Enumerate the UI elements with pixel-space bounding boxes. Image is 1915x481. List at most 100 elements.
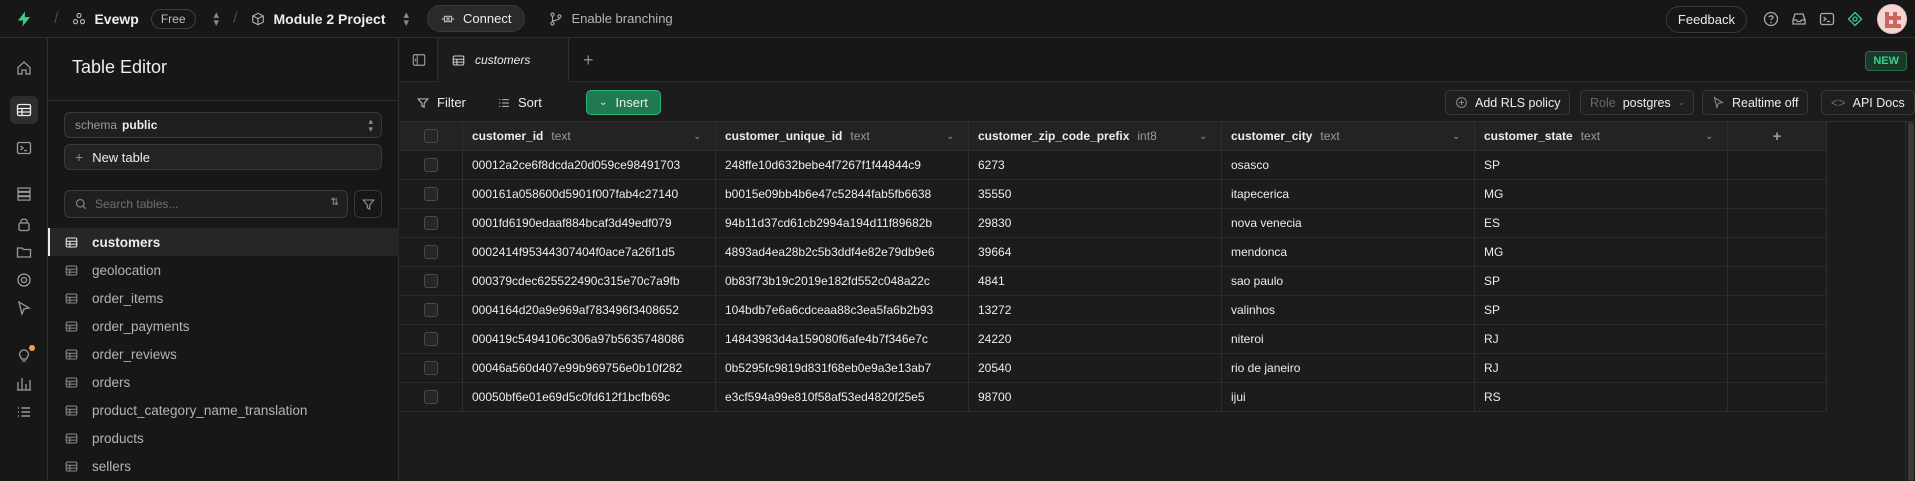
sidebar-item-orders[interactable]: orders	[48, 368, 399, 396]
table-cell[interactable]: MG	[1475, 180, 1728, 209]
table-cell[interactable]: RJ	[1475, 325, 1728, 354]
row-checkbox[interactable]	[424, 216, 438, 230]
table-row[interactable]: 0004164d20a9e969af783496f3408652 104bdb7e…	[400, 296, 1827, 325]
tab-customers[interactable]: customers	[438, 38, 569, 83]
sort-order-icon[interactable]: ⇅	[331, 197, 339, 208]
table-cell[interactable]: 104bdb7e6a6cdceaa88c3ea5fa6b2b93	[716, 296, 969, 325]
logs-list-icon[interactable]	[10, 398, 38, 426]
table-cell[interactable]: 00012a2ce6f8dcda20d059ce98491703	[463, 151, 716, 180]
table-row[interactable]: 000379cdec625522490c315e70c7a9fb 0b83f73b…	[400, 267, 1827, 296]
table-cell[interactable]: 0001fd6190edaaf884bcaf3d49edf079	[463, 209, 716, 238]
add-column-icon[interactable]: +	[1728, 122, 1827, 151]
connect-button[interactable]: Connect	[427, 5, 526, 32]
table-cell[interactable]: 24220	[969, 325, 1222, 354]
table-cell[interactable]: sao paulo	[1222, 267, 1475, 296]
realtime-toggle-button[interactable]: Realtime off	[1702, 90, 1809, 115]
select-all-checkbox[interactable]	[424, 129, 438, 143]
table-cell[interactable]: 0b5295fc9819d831f68eb0e9a3e13ab7	[716, 354, 969, 383]
realtime-icon[interactable]	[10, 294, 38, 322]
column-menu-chevron-icon[interactable]: ⌄	[1705, 131, 1713, 142]
table-cell[interactable]: 000161a058600d5901f007fab4c27140	[463, 180, 716, 209]
home-icon[interactable]	[10, 54, 38, 82]
column-menu-chevron-icon[interactable]: ⌄	[1452, 131, 1460, 142]
row-checkbox[interactable]	[424, 361, 438, 375]
auth-lock-icon[interactable]	[10, 210, 38, 238]
table-cell[interactable]: 000379cdec625522490c315e70c7a9fb	[463, 267, 716, 296]
table-cell[interactable]: valinhos	[1222, 296, 1475, 325]
sidebar-item-products[interactable]: products	[48, 424, 399, 452]
table-cell[interactable]: SP	[1475, 267, 1728, 296]
project-switcher[interactable]: Module 2 Project ▴ ▾	[251, 9, 410, 28]
table-cell[interactable]: SP	[1475, 296, 1728, 325]
table-cell[interactable]: b0015e09bb4b6e47c52844fab5fb6638	[716, 180, 969, 209]
table-cell[interactable]: RS	[1475, 383, 1728, 412]
new-table-button[interactable]: + New table	[64, 144, 382, 170]
scrollbar-thumb[interactable]	[1908, 122, 1914, 481]
table-cell[interactable]: 29830	[969, 209, 1222, 238]
user-avatar[interactable]	[1877, 4, 1907, 34]
row-checkbox[interactable]	[424, 332, 438, 346]
row-checkbox[interactable]	[424, 390, 438, 404]
row-checkbox[interactable]	[424, 187, 438, 201]
table-cell[interactable]: mendonca	[1222, 238, 1475, 267]
add-tab-icon[interactable]: +	[583, 50, 594, 71]
table-cell[interactable]: e3cf594a99e810f58af53ed4820f25e5	[716, 383, 969, 412]
table-cell[interactable]: 0b83f73b19c2019e182fd552c048a22c	[716, 267, 969, 296]
sidebar-item-sellers[interactable]: sellers	[48, 452, 399, 480]
table-row[interactable]: 00012a2ce6f8dcda20d059ce98491703 248ffe10…	[400, 151, 1827, 180]
new-badge[interactable]: NEW	[1865, 51, 1907, 71]
table-cell[interactable]: ES	[1475, 209, 1728, 238]
org-chevron-icon[interactable]: ▴ ▾	[214, 9, 220, 28]
column-header-customer-id[interactable]: customer_id text ⌄	[463, 122, 716, 151]
table-cell[interactable]: 13272	[969, 296, 1222, 325]
advisor-icon[interactable]	[1841, 5, 1869, 33]
schema-selector[interactable]: schema public ▴ ▾	[64, 112, 382, 138]
sidebar-item-geolocation[interactable]: geolocation	[48, 256, 399, 284]
table-cell[interactable]: ijui	[1222, 383, 1475, 412]
enable-branching-button[interactable]: Enable branching	[549, 11, 673, 26]
table-cell[interactable]: SP	[1475, 151, 1728, 180]
feedback-button[interactable]: Feedback	[1665, 5, 1747, 33]
advisors-bulb-icon[interactable]	[10, 342, 38, 370]
table-cell[interactable]: 20540	[969, 354, 1222, 383]
sidebar-item-customers[interactable]: customers	[48, 228, 399, 256]
sidebar-item-order-payments[interactable]: order_payments	[48, 312, 399, 340]
table-row[interactable]: 0002414f95344307404f0ace7a26f1d5 4893ad4e…	[400, 238, 1827, 267]
sidebar-item-order-items[interactable]: order_items	[48, 284, 399, 312]
supabase-logo-icon[interactable]	[0, 0, 48, 38]
table-row[interactable]: 000419c5494106c306a97b5635748086 14843983…	[400, 325, 1827, 354]
table-cell[interactable]: 000419c5494106c306a97b5635748086	[463, 325, 716, 354]
table-cell[interactable]: nova venecia	[1222, 209, 1475, 238]
table-cell[interactable]: 14843983d4a159080f6afe4b7f346e7c	[716, 325, 969, 354]
column-menu-chevron-icon[interactable]: ⌄	[693, 131, 701, 142]
vertical-scrollbar[interactable]	[1905, 122, 1915, 481]
terminal-icon[interactable]	[1813, 5, 1841, 33]
table-cell[interactable]: 0004164d20a9e969af783496f3408652	[463, 296, 716, 325]
sql-editor-icon[interactable]	[10, 134, 38, 162]
table-cell[interactable]: 4841	[969, 267, 1222, 296]
column-header-customer-city[interactable]: customer_city text ⌄	[1222, 122, 1475, 151]
org-switcher[interactable]: Evewp Free ▴ ▾	[72, 8, 220, 29]
table-cell[interactable]: niteroi	[1222, 325, 1475, 354]
table-cell[interactable]: 4893ad4ea28b2c5b3ddf4e82e79db9e6	[716, 238, 969, 267]
table-cell[interactable]: RJ	[1475, 354, 1728, 383]
column-menu-chevron-icon[interactable]: ⌄	[946, 131, 954, 142]
reports-chart-icon[interactable]	[10, 370, 38, 398]
row-checkbox[interactable]	[424, 303, 438, 317]
help-icon[interactable]	[1757, 5, 1785, 33]
filter-button[interactable]: Filter	[417, 90, 466, 115]
table-cell[interactable]: osasco	[1222, 151, 1475, 180]
table-cell[interactable]: 94b11d37cd61cb2994a194d11f89682b	[716, 209, 969, 238]
row-checkbox[interactable]	[424, 245, 438, 259]
table-cell[interactable]: MG	[1475, 238, 1728, 267]
add-rls-policy-button[interactable]: Add RLS policy	[1445, 90, 1571, 115]
table-cell[interactable]: 35550	[969, 180, 1222, 209]
column-header-customer-zip-code-prefix[interactable]: customer_zip_code_prefix int8 ⌄	[969, 122, 1222, 151]
table-row[interactable]: 0001fd6190edaaf884bcaf3d49edf079 94b11d37…	[400, 209, 1827, 238]
project-chevron-icon[interactable]: ▴ ▾	[404, 9, 410, 28]
filter-schema-button[interactable]	[354, 190, 382, 218]
insert-button[interactable]: ⌄ Insert	[586, 90, 661, 115]
table-cell[interactable]: rio de janeiro	[1222, 354, 1475, 383]
table-cell[interactable]: 98700	[969, 383, 1222, 412]
edge-functions-icon[interactable]	[10, 266, 38, 294]
